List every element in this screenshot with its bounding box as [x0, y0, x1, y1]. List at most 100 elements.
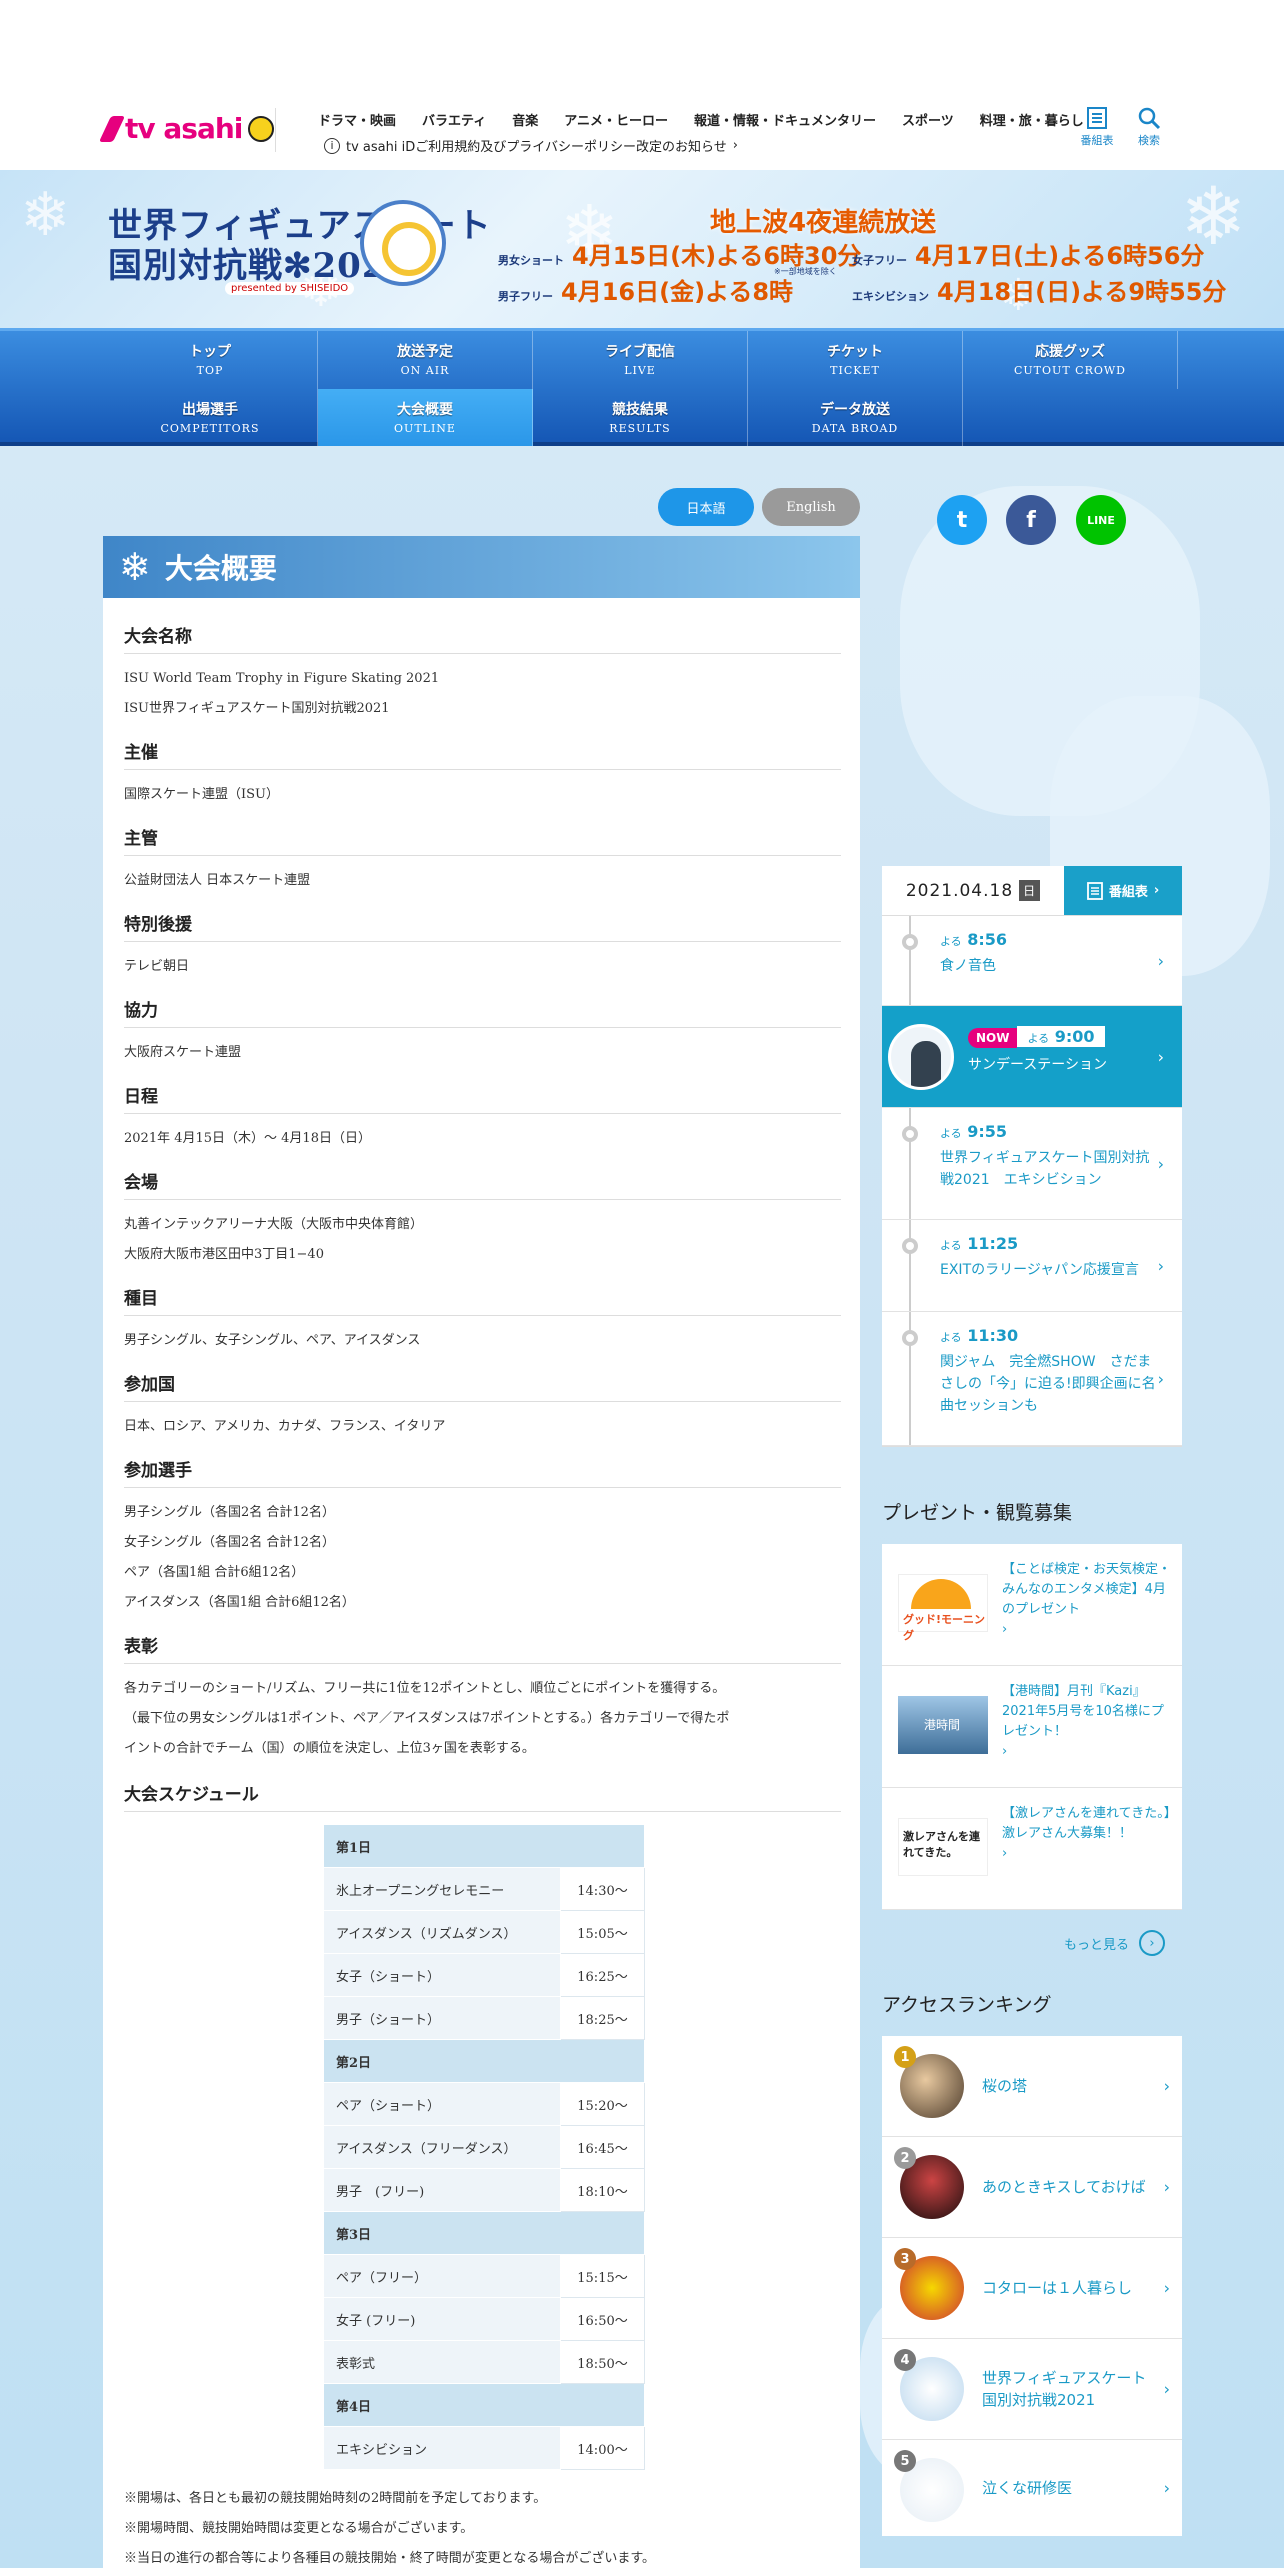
- nav-sublabel: CUTOUT CROWD: [1014, 364, 1126, 377]
- schedule-time: 18:50～: [560, 2340, 645, 2384]
- line-share-icon[interactable]: LINE: [1076, 495, 1126, 545]
- timetable-item[interactable]: よる 11:25 EXITのラリージャパン応援宣言 ›: [882, 1220, 1182, 1312]
- program-title: 食ノ音色: [940, 958, 996, 974]
- section-text: 大阪府大阪市港区田中3丁目1−40: [124, 1247, 324, 1262]
- nav-label: 放送予定: [397, 344, 453, 360]
- gnav-variety[interactable]: バラエティ: [422, 110, 486, 129]
- present-item[interactable]: 港時間 【港時間】月刊『Kazi』2021年5月号を10名様にプレゼント！ ›: [882, 1666, 1182, 1788]
- chevron-right-icon: ›: [1163, 2177, 1170, 2197]
- gnav-cooking[interactable]: 料理・旅・暮らし: [980, 110, 1084, 129]
- present-thumb-label: 港時間: [924, 1718, 961, 1732]
- chevron-right-icon: ›: [1157, 1256, 1164, 1275]
- twitter-share-icon[interactable]: t: [937, 495, 987, 545]
- program-title: 世界フィギュアスケート国別対抗戦2021 エキシビション: [940, 1150, 1150, 1188]
- tv-asahi-logo[interactable]: tv asahi: [98, 112, 275, 145]
- ranking-item[interactable]: 5 泣くな研修医 ›: [882, 2440, 1182, 2536]
- timetable-button-label: 番組表: [1108, 885, 1148, 900]
- nav-competitors[interactable]: 出場選手 COMPETITORS: [103, 389, 318, 447]
- schedule-row: 女子（ショート） 16:25～: [323, 1953, 645, 1997]
- present-thumb-label: グッド!モーニング: [903, 1613, 986, 1642]
- schedule-time: 18:10～: [560, 2168, 645, 2212]
- schedule-day: 第4日: [323, 2383, 645, 2427]
- nav-live[interactable]: ライブ配信 LIVE: [533, 331, 748, 389]
- section-management: 主管 公益財団法人 日本スケート連盟: [124, 824, 841, 896]
- logo-text: tv asahi: [125, 112, 243, 145]
- timetable-item[interactable]: よる 8:56 食ノ音色 ›: [882, 916, 1182, 1006]
- schedule-day-row: 第1日: [323, 1824, 645, 1868]
- rank-number: 4: [894, 2349, 916, 2371]
- timetable-item[interactable]: よる 9:55 世界フィギュアスケート国別対抗戦2021 エキシビション ›: [882, 1108, 1182, 1220]
- notice-link[interactable]: i tv asahi iDご利用規約及びプライバシーポリシー改定のお知らせ ›: [324, 136, 738, 155]
- program-time: 11:30: [967, 1326, 1019, 1345]
- schedule-event: 男子（ショート）: [323, 1996, 561, 2040]
- schedule-time: 15:05～: [560, 1910, 645, 1954]
- schedule-day-row: 第4日: [323, 2383, 645, 2427]
- section-events: 種目 男子シングル、女子シングル、ペア、アイスダンス: [124, 1284, 841, 1356]
- timetable-item-now[interactable]: NOW よる 9:00 サンデーステーション ›: [882, 1006, 1182, 1108]
- gnav-drama[interactable]: ドラマ・映画: [318, 110, 396, 129]
- present-text: 【ことば検定・お天気検定・みんなのエンタメ検定】4月のプレゼント ›: [1002, 1560, 1172, 1640]
- section-text: ISU World Team Trophy in Figure Skating …: [124, 671, 440, 686]
- timeline-dot: [902, 1126, 918, 1142]
- banner-row-label: 男子フリー: [498, 290, 553, 303]
- timetable-dow: 日: [1019, 880, 1041, 901]
- chevron-right-icon: ›: [1002, 1846, 1008, 1861]
- event-nav: トップ TOP 放送予定 ON AIR ライブ配信 LIVE チケット TICKET 応…: [0, 328, 1284, 447]
- event-banner[interactable]: ❄ ❄ ❄ ❄ ❄ 世界フィギュアスケート 国別対抗戦✻2021 present…: [0, 170, 1284, 328]
- nav-ticket[interactable]: チケット TICKET: [748, 331, 963, 389]
- lang-ja-button[interactable]: 日本語: [658, 488, 754, 526]
- timeline-dot: [902, 1238, 918, 1254]
- nav-data-broad[interactable]: データ放送 DATA BROAD: [748, 389, 963, 447]
- program-thumbnail: [888, 1024, 954, 1090]
- nav-goods[interactable]: 応援グッズ CUTOUT CROWD: [963, 331, 1178, 389]
- ranking-item[interactable]: 2 あのときキスしておけば ›: [882, 2137, 1182, 2238]
- nav-top[interactable]: トップ TOP: [103, 331, 318, 389]
- section-dates: 日程 2021年 4月15日（木）～ 4月18日（日）: [124, 1082, 841, 1154]
- timetable-widget: 2021.04.18 日 番組表 › よる 8:56 食ノ音色 › NOW よる 9:…: [882, 866, 1182, 1447]
- nav-onair[interactable]: 放送予定 ON AIR: [318, 331, 533, 389]
- gnav-music[interactable]: 音楽: [512, 110, 538, 129]
- snowflake-icon: ❄: [20, 180, 71, 250]
- nav-sublabel: DATA BROAD: [811, 422, 899, 435]
- schedule-event: ペア（ショート）: [323, 2082, 561, 2126]
- gnav-anime[interactable]: アニメ・ヒーロー: [564, 110, 668, 129]
- present-label: 【ことば検定・お天気検定・みんなのエンタメ検定】4月のプレゼント: [1002, 1562, 1172, 1617]
- lang-en-button[interactable]: English: [762, 488, 860, 526]
- outline-panel: ❄ 大会概要 大会名称 ISU World Team Trophy in Figu…: [103, 536, 860, 2568]
- logo-mark: [98, 115, 126, 142]
- timetable-item[interactable]: よる 11:30 関ジャム 完全燃SHOW さだまさしの「今」に迫る!即興企画に…: [882, 1312, 1182, 1446]
- section-venue: 会場 丸善インテックアリーナ大阪（大阪市中央体育館） 大阪府大阪市港区田中3丁目1−…: [124, 1168, 841, 1270]
- schedule-event: エキシビション: [323, 2426, 561, 2470]
- global-nav: ドラマ・映画 バラエティ 音楽 アニメ・ヒーロー 報道・情報・ドキュメンタリー …: [318, 110, 1084, 129]
- ranking-item[interactable]: 4 世界フィギュアスケート国別対抗戦2021 ›: [882, 2339, 1182, 2440]
- gnav-sports[interactable]: スポーツ: [902, 110, 954, 129]
- schedule-day: 第2日: [323, 2039, 645, 2083]
- rank-number: 3: [894, 2248, 916, 2270]
- ranking-item[interactable]: 3 コタローは１人暮らし ›: [882, 2238, 1182, 2339]
- nav-sublabel: ON AIR: [400, 364, 450, 377]
- ranking-heading: アクセスランキング: [882, 1994, 1052, 2016]
- more-link[interactable]: もっと見る ›: [1064, 1930, 1166, 1956]
- time-prefix: よる: [940, 935, 962, 948]
- present-item[interactable]: グッド!モーニング 【ことば検定・お天気検定・みんなのエンタメ検定】4月のプレゼ…: [882, 1544, 1182, 1666]
- schedule-day-row: 第2日: [323, 2039, 645, 2083]
- ranking-item[interactable]: 1 桜の塔 ›: [882, 2036, 1182, 2137]
- nav-outline[interactable]: 大会概要 OUTLINE: [318, 389, 533, 447]
- search-button[interactable]: 検索: [1124, 106, 1174, 148]
- schedule-event: 表彰式: [323, 2340, 561, 2384]
- section-organizer: 主催 国際スケート連盟（ISU）: [124, 738, 841, 810]
- schedule-row: ペア（ショート） 15:20～: [323, 2082, 645, 2126]
- present-text: 【港時間】月刊『Kazi』2021年5月号を10名様にプレゼント！ ›: [1002, 1682, 1172, 1762]
- nav-results[interactable]: 競技結果 RESULTS: [533, 389, 748, 447]
- timetable-button[interactable]: 番組表 ›: [1064, 866, 1182, 915]
- rank-number: 1: [894, 2046, 916, 2068]
- gnav-news[interactable]: 報道・情報・ドキュメンタリー: [694, 110, 876, 129]
- facebook-share-icon[interactable]: f: [1006, 495, 1056, 545]
- ranking-title: 世界フィギュアスケート国別対抗戦2021: [982, 2369, 1147, 2409]
- ranking-title: コタローは１人暮らし: [982, 2279, 1133, 2297]
- schedule-event: 氷上オープニングセレモニー: [323, 1867, 561, 1911]
- program-guide-button[interactable]: 番組表: [1072, 106, 1122, 148]
- present-item[interactable]: 激レアさんを連れてきた。 【激レアさんを連れてきた。】激レアさん大募集！！ ›: [882, 1788, 1182, 1910]
- ranking-title: 泣くな研修医: [982, 2479, 1073, 2497]
- section-text: 男子シングル、女子シングル、ペア、アイスダンス: [124, 1333, 421, 1348]
